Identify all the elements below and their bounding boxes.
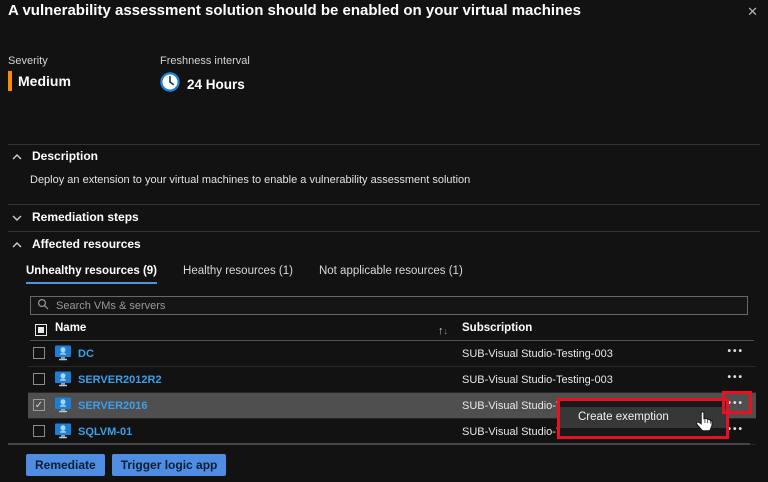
- freshness-label: Freshness interval: [160, 55, 250, 67]
- row-context-menu-button[interactable]: •••: [727, 346, 744, 357]
- virtual-machine-icon: [54, 371, 72, 392]
- search-input[interactable]: [54, 298, 741, 313]
- column-header-subscription[interactable]: Subscription: [462, 322, 532, 334]
- section-remediation-steps[interactable]: Remediation steps: [12, 210, 139, 224]
- freshness-value: 24 Hours: [187, 77, 245, 92]
- section-affected-resources[interactable]: Affected resources: [12, 237, 141, 251]
- menu-item-create-exemption[interactable]: Create exemption: [560, 407, 726, 428]
- clock-icon: [160, 72, 180, 97]
- table-row[interactable]: SERVER2012R2 SUB-Visual Studio-Testing-0…: [28, 367, 756, 393]
- freshness-block: Freshness interval 24 Hours: [160, 55, 250, 97]
- search-box[interactable]: [30, 296, 748, 315]
- trigger-logic-app-button[interactable]: Trigger logic app: [111, 454, 227, 476]
- row-checkbox[interactable]: [33, 347, 45, 359]
- column-header-name[interactable]: Name: [55, 322, 86, 334]
- resource-name-link[interactable]: SERVER2016: [78, 400, 148, 412]
- severity-block: Severity Medium: [8, 55, 71, 91]
- search-icon: [37, 297, 49, 315]
- resource-name-link[interactable]: DC: [78, 348, 94, 360]
- row-context-menu-button[interactable]: •••: [727, 372, 744, 383]
- table-header: Name ↑↓ Subscription: [30, 318, 754, 341]
- description-text: Deploy an extension to your virtual mach…: [30, 174, 471, 186]
- section-remediation-label: Remediation steps: [32, 210, 139, 224]
- severity-medium-bar: [8, 71, 12, 91]
- row-subscription: SUB-Visual Studio-Testing-003: [462, 348, 613, 360]
- divider: [8, 231, 760, 232]
- row-context-menu-button[interactable]: •••: [727, 424, 744, 435]
- divider: [8, 204, 760, 205]
- footer-actions: Remediate Trigger logic app: [26, 454, 227, 476]
- recommendation-panel: A vulnerability assessment solution shou…: [0, 0, 768, 482]
- virtual-machine-icon: [54, 423, 72, 444]
- tab-not-applicable-resources[interactable]: Not applicable resources (1): [319, 265, 463, 284]
- row-checkbox-checked[interactable]: ✓: [33, 399, 45, 411]
- resource-name-link[interactable]: SERVER2012R2: [78, 374, 162, 386]
- page-title: A vulnerability assessment solution shou…: [8, 2, 581, 19]
- close-icon[interactable]: ✕: [747, 4, 758, 20]
- context-menu: Create exemption: [557, 398, 729, 439]
- tab-unhealthy-resources[interactable]: Unhealthy resources (9): [26, 265, 158, 284]
- virtual-machine-icon: [54, 397, 72, 418]
- row-checkbox[interactable]: [33, 425, 45, 437]
- chevron-up-icon: [12, 237, 22, 251]
- chevron-up-icon: [12, 149, 22, 163]
- tab-healthy-resources[interactable]: Healthy resources (1): [183, 265, 293, 284]
- virtual-machine-icon: [54, 345, 72, 366]
- severity-value: Medium: [18, 73, 71, 89]
- table-row[interactable]: DC SUB-Visual Studio-Testing-003 •••: [28, 341, 756, 367]
- row-checkbox[interactable]: [33, 373, 45, 385]
- section-description-label: Description: [32, 149, 99, 163]
- severity-label: Severity: [8, 55, 48, 67]
- divider: [8, 443, 750, 445]
- row-context-menu-button[interactable]: •••: [727, 398, 744, 409]
- chevron-down-icon: [12, 210, 22, 224]
- resource-tabs: Unhealthy resources (9) Healthy resource…: [26, 265, 463, 284]
- section-affected-label: Affected resources: [32, 237, 141, 251]
- section-description[interactable]: Description: [12, 149, 98, 163]
- sort-icon[interactable]: ↑↓: [438, 321, 448, 339]
- row-subscription: SUB-Visual Studio-Testing-003: [462, 374, 613, 386]
- remediate-button[interactable]: Remediate: [26, 454, 105, 476]
- divider: [8, 144, 760, 145]
- resource-name-link[interactable]: SQLVM-01: [78, 426, 132, 438]
- select-all-checkbox[interactable]: [35, 324, 47, 336]
